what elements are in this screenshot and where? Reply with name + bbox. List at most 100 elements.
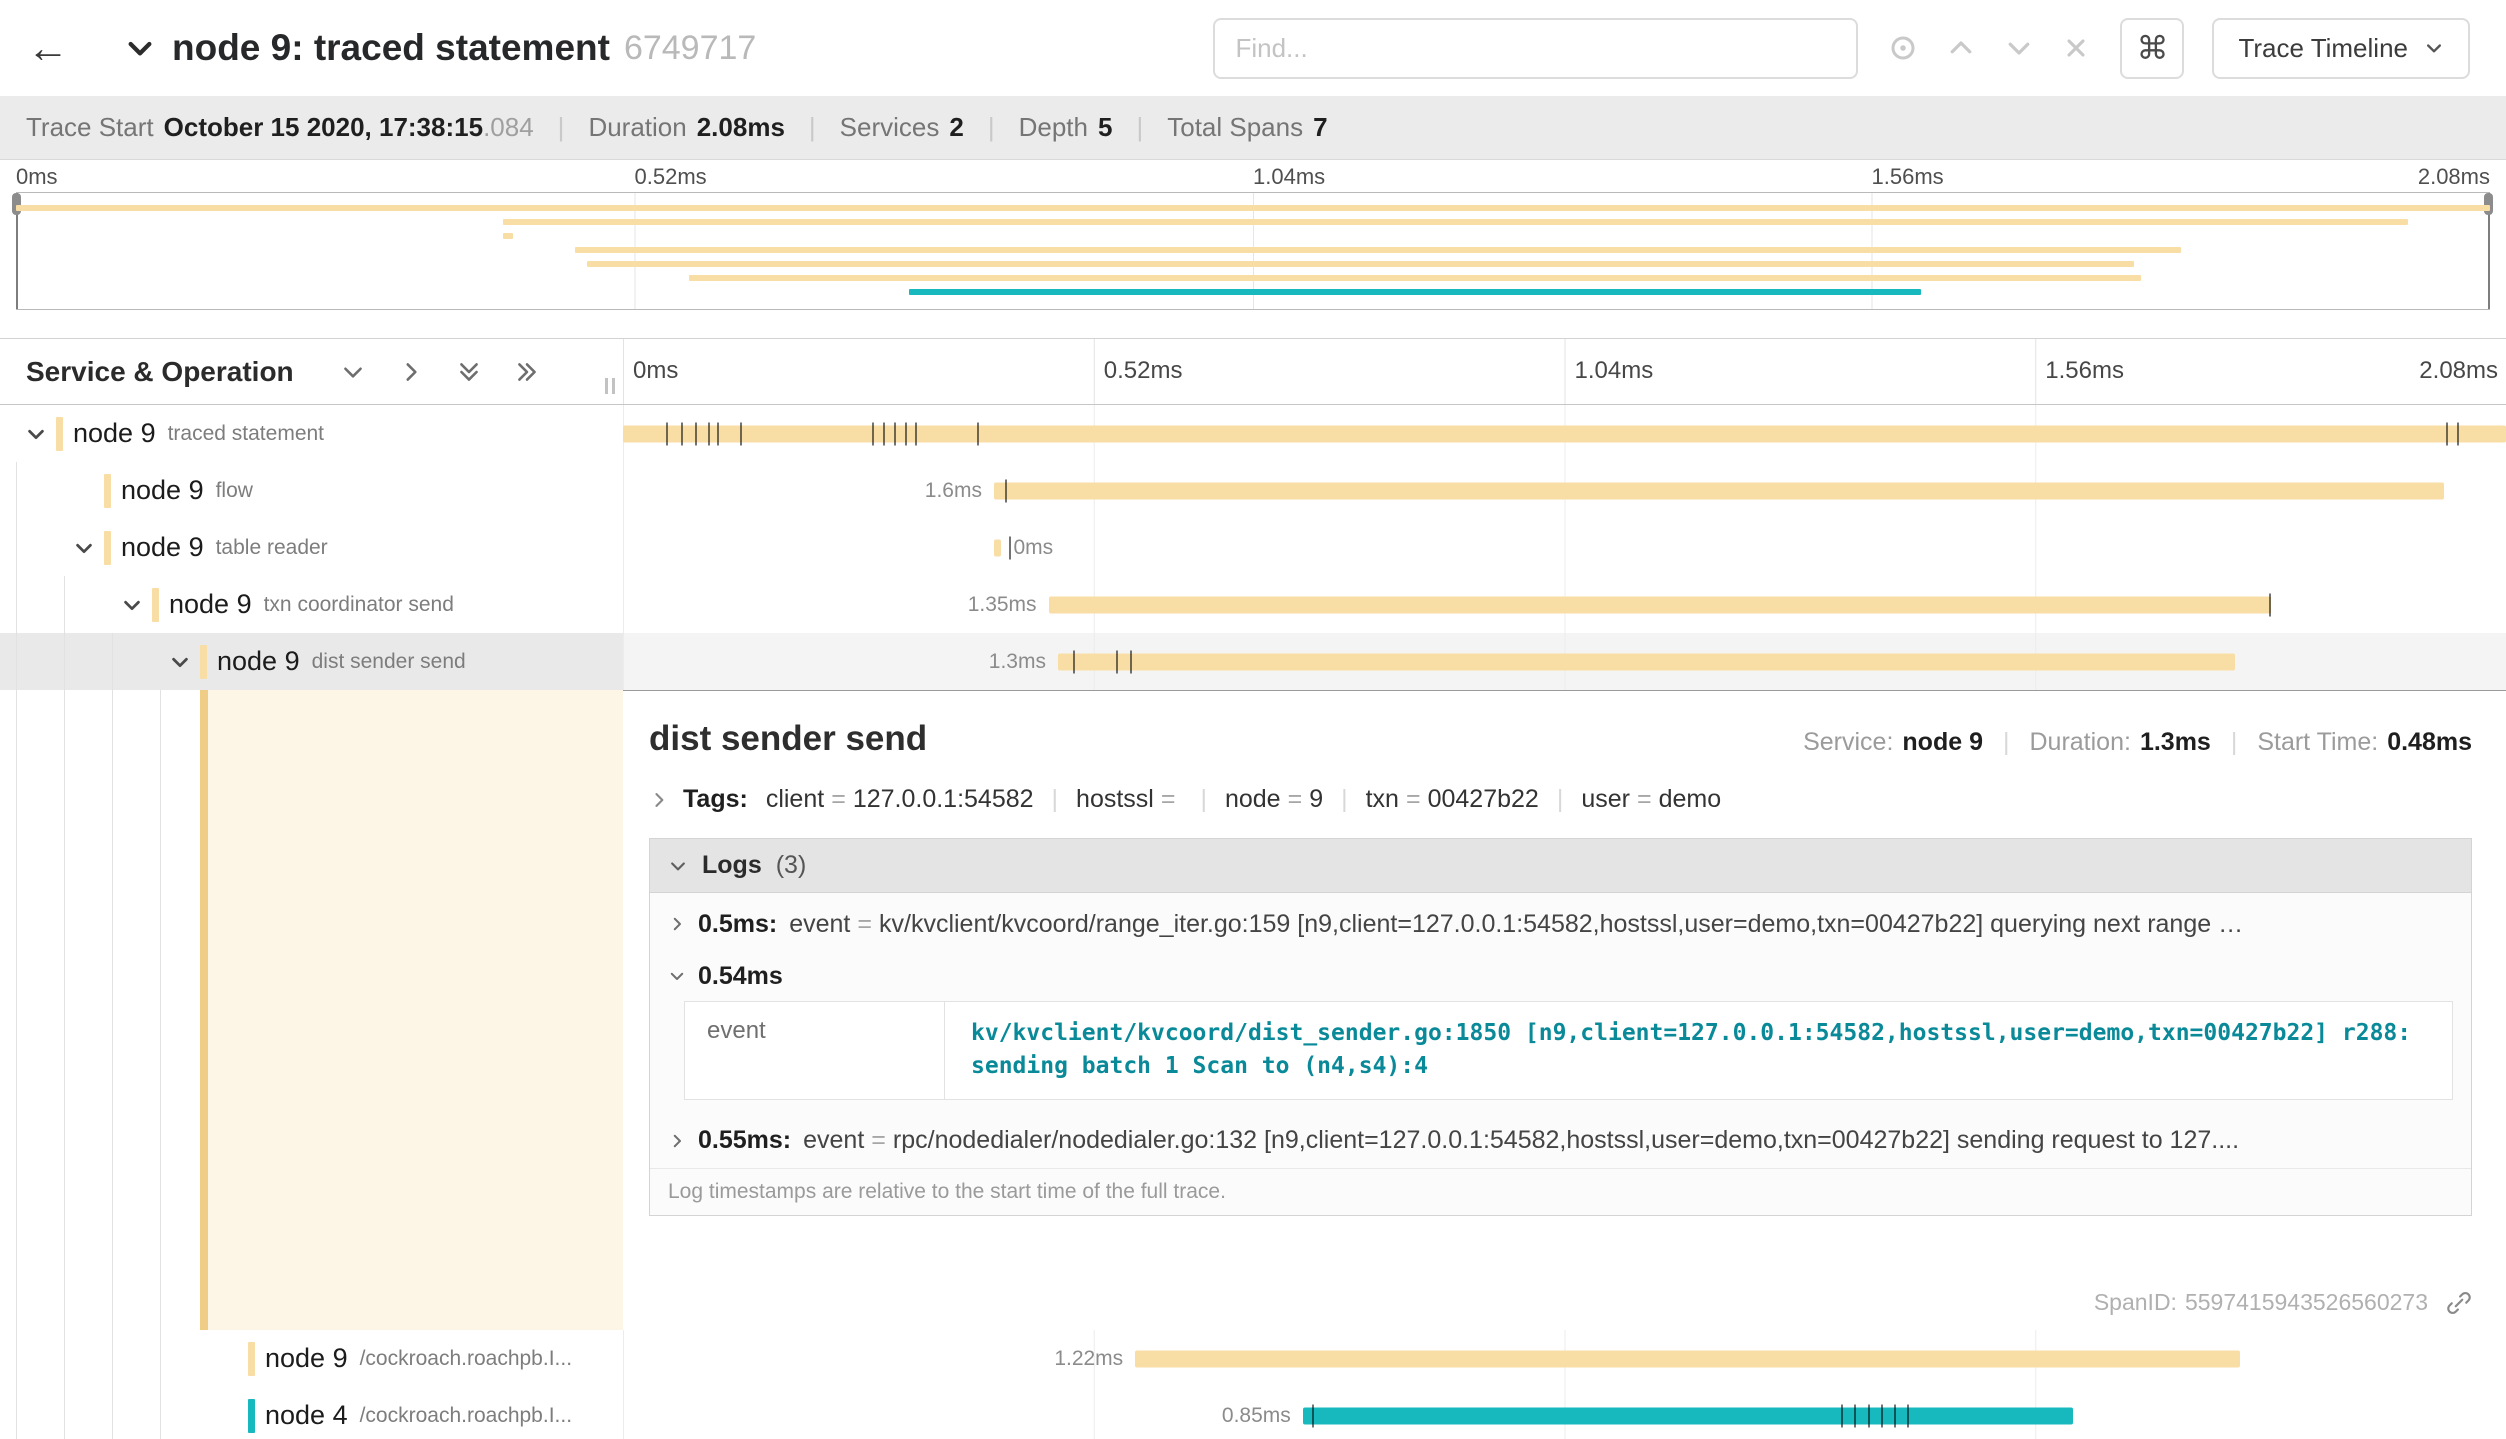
tag-key: client bbox=[766, 785, 824, 813]
separator: | bbox=[1200, 785, 1207, 813]
column-resizer[interactable] bbox=[605, 378, 615, 394]
trace-summary-list: Trace StartOctober 15 2020, 17:38:15.084… bbox=[26, 112, 1328, 143]
log-marker bbox=[1894, 1404, 1896, 1427]
span-name-cell[interactable]: node 9table reader bbox=[0, 519, 623, 576]
span-duration-bar[interactable] bbox=[1135, 1350, 2240, 1367]
operation-name: txn coordinator send bbox=[264, 593, 454, 617]
tree-guide bbox=[112, 1387, 113, 1439]
log-marker bbox=[1854, 1404, 1856, 1427]
service-name: node 9 bbox=[217, 646, 300, 677]
tree-guide bbox=[16, 576, 17, 633]
find-next-icon[interactable] bbox=[2004, 33, 2034, 63]
span-link-icon[interactable] bbox=[2446, 1290, 2472, 1316]
service-value: node 9 bbox=[1902, 728, 1983, 757]
span-timeline-cell[interactable]: 1.3ms bbox=[623, 633, 2506, 690]
span-rows-bottom: node 9/cockroach.roachpb.I...1.22msnode … bbox=[0, 1330, 2506, 1439]
span-duration-bar[interactable] bbox=[994, 482, 2444, 499]
span-toggle-icon[interactable] bbox=[112, 594, 152, 616]
collapse-trace-icon[interactable] bbox=[124, 32, 156, 64]
span-duration-bar[interactable] bbox=[994, 539, 1002, 556]
tree-guide bbox=[112, 690, 113, 1330]
timeline-header-left: Service & Operation bbox=[0, 339, 623, 404]
log-entry[interactable]: 0.54ms bbox=[668, 951, 2453, 1001]
start-time-label: Start Time: bbox=[2257, 728, 2378, 757]
keyboard-shortcuts-button[interactable]: ⌘ bbox=[2120, 18, 2184, 79]
header-controls: ⌘ Trace Timeline bbox=[1213, 18, 2470, 79]
minimap-span-bar bbox=[587, 261, 2133, 267]
span-name-cell[interactable]: node 9dist sender send bbox=[0, 633, 623, 690]
expand-all-button[interactable] bbox=[514, 359, 540, 385]
span-timeline-cell[interactable]: 1.6ms bbox=[623, 462, 2506, 519]
log-field-value: kv/kvclient/kvcoord/dist_sender.go:1850 … bbox=[945, 1002, 2452, 1099]
span-name-cell[interactable]: node 9flow bbox=[0, 462, 623, 519]
log-marker bbox=[695, 422, 697, 445]
find-input[interactable] bbox=[1213, 18, 1858, 79]
span-timeline-cell[interactable]: 1.22ms bbox=[623, 1330, 2506, 1387]
log-marker bbox=[1907, 1404, 1909, 1427]
separator: | bbox=[2231, 728, 2238, 757]
log-marker bbox=[977, 422, 979, 445]
separator: | bbox=[1136, 112, 1143, 143]
span-name-cell[interactable]: node 9txn coordinator send bbox=[0, 576, 623, 633]
span-row[interactable]: node 4/cockroach.roachpb.I... 0.85ms bbox=[0, 1387, 2506, 1439]
tags-row[interactable]: Tags: client=127.0.0.1:54582|hostssl=|no… bbox=[649, 785, 2472, 814]
span-timeline-cell[interactable]: 1.35ms bbox=[623, 576, 2506, 633]
span-toggle-icon[interactable] bbox=[160, 651, 200, 673]
span-color-stripe bbox=[200, 690, 208, 1330]
span-name-cell[interactable]: node 9traced statement bbox=[0, 405, 623, 462]
separator: | bbox=[2003, 728, 2010, 757]
operation-name: table reader bbox=[216, 536, 328, 560]
span-duration-bar[interactable] bbox=[1303, 1407, 2073, 1424]
find-clear-icon[interactable] bbox=[2062, 34, 2090, 62]
summary-label: Depth bbox=[1019, 112, 1088, 142]
service-color-bar bbox=[200, 645, 207, 679]
summary-label: Total Spans bbox=[1167, 112, 1303, 142]
minimap-span-bar bbox=[16, 205, 2490, 211]
span-duration-bar[interactable] bbox=[1058, 653, 2235, 670]
log-marker bbox=[740, 422, 742, 445]
trace-view-select[interactable]: Trace Timeline bbox=[2212, 18, 2470, 79]
span-row[interactable]: node 9/cockroach.roachpb.I... 1.22ms bbox=[0, 1330, 2506, 1387]
span-toggle-icon[interactable] bbox=[16, 423, 56, 445]
collapse-all-button[interactable] bbox=[456, 359, 482, 385]
span-timeline-cell[interactable]: 0.85ms bbox=[623, 1387, 2506, 1439]
duration-label: 1.22ms bbox=[1054, 1347, 1123, 1371]
trace-title: node 9: traced statement bbox=[172, 27, 610, 69]
tree-guide bbox=[112, 1330, 113, 1387]
span-row[interactable]: node 9txn coordinator send1.35ms bbox=[0, 576, 2506, 633]
span-row[interactable]: node 9dist sender send1.3ms bbox=[0, 633, 2506, 690]
span-toggle-icon[interactable] bbox=[64, 537, 104, 559]
span-row[interactable]: node 9table reader0ms bbox=[0, 519, 2506, 576]
log-marker bbox=[894, 422, 896, 445]
find-prev-icon[interactable] bbox=[1946, 33, 1976, 63]
expand-one-button[interactable] bbox=[398, 359, 424, 385]
log-entry[interactable]: 0.55ms:event=rpc/nodedialer/nodedialer.g… bbox=[650, 1114, 2471, 1168]
log-marker bbox=[681, 422, 683, 445]
span-name-cell[interactable]: node 9/cockroach.roachpb.I... bbox=[0, 1330, 623, 1387]
logs-header[interactable]: Logs (3) bbox=[650, 839, 2471, 893]
trace-id: 6749717 bbox=[624, 29, 756, 68]
operation-name: traced statement bbox=[168, 422, 324, 446]
span-row[interactable]: node 9traced statement bbox=[0, 405, 2506, 462]
span-duration-bar[interactable] bbox=[1049, 596, 2271, 613]
back-button[interactable]: ← bbox=[0, 0, 96, 96]
span-timeline-cell[interactable] bbox=[623, 405, 2506, 462]
collapse-one-button[interactable] bbox=[340, 359, 366, 385]
log-marker bbox=[1073, 650, 1075, 673]
separator: | bbox=[988, 112, 995, 143]
duration-label: 0.85ms bbox=[1222, 1404, 1291, 1428]
time-tick-label: 0ms bbox=[16, 164, 58, 190]
minimap-span-bar bbox=[575, 247, 2181, 253]
log-timestamp: 0.54ms bbox=[698, 962, 783, 991]
summary-item: Trace StartOctober 15 2020, 17:38:15.084 bbox=[26, 112, 534, 143]
minimap-canvas[interactable] bbox=[16, 192, 2490, 310]
find-locate-icon[interactable] bbox=[1888, 33, 1918, 63]
span-timeline-cell[interactable]: 0ms bbox=[623, 519, 2506, 576]
summary-value: 5 bbox=[1098, 112, 1112, 142]
log-entry[interactable]: 0.5ms:event=kv/kvclient/kvcoord/range_it… bbox=[650, 897, 2471, 951]
span-row[interactable]: node 9flow1.6ms bbox=[0, 462, 2506, 519]
tree-guide bbox=[64, 633, 65, 690]
chevron-right-icon bbox=[649, 790, 669, 810]
summary-label: Duration bbox=[588, 112, 686, 142]
span-name-cell[interactable]: node 4/cockroach.roachpb.I... bbox=[0, 1387, 623, 1439]
